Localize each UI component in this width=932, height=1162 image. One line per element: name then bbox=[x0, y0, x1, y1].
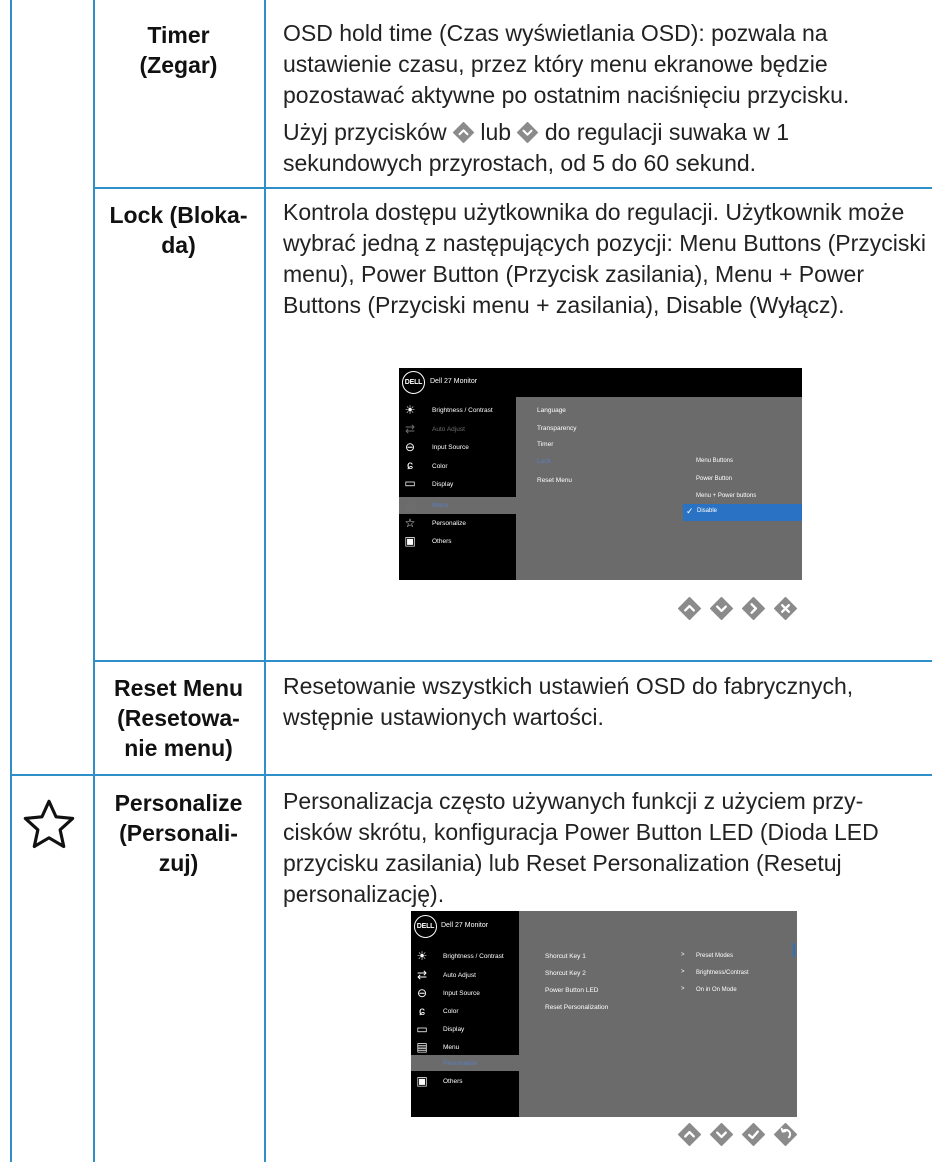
osd-title: Dell 27 Monitor bbox=[441, 922, 489, 929]
table-rule-col1 bbox=[93, 0, 95, 1162]
osd-option-selected: ✓ Disable bbox=[683, 504, 802, 521]
osd-option: Menu Buttons bbox=[696, 458, 734, 464]
osd-submenu-item: Shorcut Key 1 bbox=[545, 953, 586, 960]
color-icon: ɕ bbox=[419, 1004, 425, 1018]
osd-sidebar bbox=[399, 368, 516, 580]
row-desc-personalize: Personalizacja często używanych funkcji … bbox=[283, 788, 879, 907]
row-label-personalize: Personalize (Personali- zuj) bbox=[114, 790, 243, 876]
osd-submenu-item: Reset Personalization bbox=[545, 1004, 609, 1011]
osd-menu-item: Menu bbox=[443, 1044, 460, 1051]
osd-menu-item: Personalize bbox=[432, 520, 466, 527]
personalize-star-icon bbox=[19, 796, 79, 854]
table-rule-col2 bbox=[264, 0, 266, 1162]
osd-option-selected-label: Disable bbox=[697, 508, 718, 514]
osd-submenu-item: Lock bbox=[537, 458, 551, 465]
osd-personalize-screenshot: DELL Dell 27 Monitor ☀ ⇄ ⊖ ɕ ▭ ▤ ☆ ▣ Bri… bbox=[411, 911, 797, 1117]
osd-option: Menu + Power buttons bbox=[696, 493, 757, 499]
row-divider bbox=[10, 774, 932, 776]
check-icon: ✓ bbox=[686, 506, 694, 516]
osd-submenu-item: Timer bbox=[537, 441, 554, 448]
personalize-icon: ☆ bbox=[416, 1056, 428, 1070]
timer-desc-part-b: lub bbox=[480, 119, 512, 145]
row-label-reset-menu: Reset Menu (Resetowa- nie menu) bbox=[113, 675, 244, 761]
osd-lock-screenshot: DELL Dell 27 Monitor ☀ ⇄ ⊖ ɕ ▭ ▤ ☆ ▣ Bri… bbox=[399, 368, 802, 580]
auto-adjust-icon: ⇄ bbox=[416, 968, 428, 982]
up-button-icon bbox=[678, 1123, 701, 1146]
row-label-timer: Timer (Zegar) bbox=[139, 22, 218, 78]
back-button-icon bbox=[774, 1123, 797, 1146]
osd-menu-item: Brightness / Contrast bbox=[432, 407, 493, 414]
osd-menu-item: Menu bbox=[432, 502, 449, 509]
row-label-lock: Lock (Bloka- da) bbox=[109, 202, 248, 258]
personalize-icon: ☆ bbox=[404, 516, 416, 530]
osd-submenu-item: Reset Menu bbox=[537, 477, 573, 484]
row-divider bbox=[93, 187, 932, 189]
display-icon: ▭ bbox=[416, 1022, 428, 1036]
osd-submenu-item: Language bbox=[537, 407, 566, 414]
osd-menu-item: Auto Adjust bbox=[432, 426, 465, 433]
chevron-right-icon: > bbox=[681, 986, 685, 992]
osd-menu-item: Input Source bbox=[432, 444, 469, 451]
osd-option: Power Button bbox=[696, 476, 733, 482]
row-desc-lock: Kontrola dostępu użytkownika do regulacj… bbox=[283, 199, 927, 318]
down-button-icon bbox=[517, 120, 539, 143]
color-icon: ɕ bbox=[407, 458, 413, 472]
input-source-icon: ⊖ bbox=[416, 986, 428, 1000]
timer-desc-paragraph: OSD hold time (Czas wyświetlania OSD): p… bbox=[283, 20, 850, 108]
chevron-right-icon: > bbox=[681, 952, 685, 958]
osd-value: Preset Modes bbox=[696, 953, 734, 959]
display-icon: ▭ bbox=[404, 476, 416, 490]
osd-menu-item: Color bbox=[443, 1008, 459, 1015]
row-desc-timer: OSD hold time (Czas wyświetlania OSD): p… bbox=[283, 18, 923, 179]
right-button-icon bbox=[742, 597, 765, 620]
osd-title: Dell 27 Monitor bbox=[430, 378, 478, 385]
osd-button-row bbox=[678, 1123, 797, 1146]
osd-menu-item: Input Source bbox=[443, 990, 480, 997]
osd-menu-item: Others bbox=[432, 538, 452, 545]
up-button-icon bbox=[452, 120, 474, 143]
down-button-icon bbox=[710, 1123, 733, 1146]
up-button-icon bbox=[678, 597, 701, 620]
menu-icon: ▤ bbox=[416, 1040, 428, 1054]
osd-submenu-item: Shorcut Key 2 bbox=[545, 970, 586, 977]
check-button-icon bbox=[742, 1123, 765, 1146]
osd-menu-item: Display bbox=[443, 1026, 465, 1033]
osd-scroll-indicator bbox=[793, 943, 795, 957]
osd-submenu-item: Power Button LED bbox=[545, 987, 599, 994]
chevron-right-icon: > bbox=[681, 969, 685, 975]
osd-submenu-item: Transparency bbox=[537, 425, 577, 432]
timer-desc-paragraph-2: Użyj przycisków lub do regulacji suwaka … bbox=[283, 117, 923, 179]
osd-button-row bbox=[678, 597, 797, 620]
osd-menu-item: Display bbox=[432, 481, 454, 488]
osd-menu-item: Color bbox=[432, 463, 448, 470]
down-button-icon bbox=[710, 597, 733, 620]
dell-logo: DELL bbox=[414, 915, 437, 938]
auto-adjust-icon: ⇄ bbox=[404, 422, 416, 436]
row-desc-reset-menu: Resetowanie wszystkich ustawień OSD do f… bbox=[283, 673, 854, 730]
close-button-icon bbox=[774, 597, 797, 620]
input-source-icon: ⊖ bbox=[404, 440, 416, 454]
osd-menu-item: Personalize bbox=[443, 1060, 477, 1067]
others-icon: ▣ bbox=[404, 534, 416, 548]
brightness-icon: ☀ bbox=[404, 403, 416, 417]
others-icon: ▣ bbox=[416, 1074, 428, 1088]
brightness-icon: ☀ bbox=[416, 949, 428, 963]
dell-logo: DELL bbox=[402, 371, 425, 394]
menu-icon: ▤ bbox=[404, 499, 416, 513]
osd-value: Brightness/Contrast bbox=[696, 970, 749, 976]
row-divider bbox=[93, 660, 932, 662]
osd-value: On in On Mode bbox=[696, 987, 737, 993]
osd-menu-item: Brightness / Contrast bbox=[443, 953, 504, 960]
timer-desc-part-a: Użyj przycisków bbox=[283, 119, 447, 145]
osd-menu-item: Auto Adjust bbox=[443, 972, 476, 979]
osd-menu-item: Others bbox=[443, 1078, 463, 1085]
table-rule-left bbox=[10, 0, 12, 1162]
